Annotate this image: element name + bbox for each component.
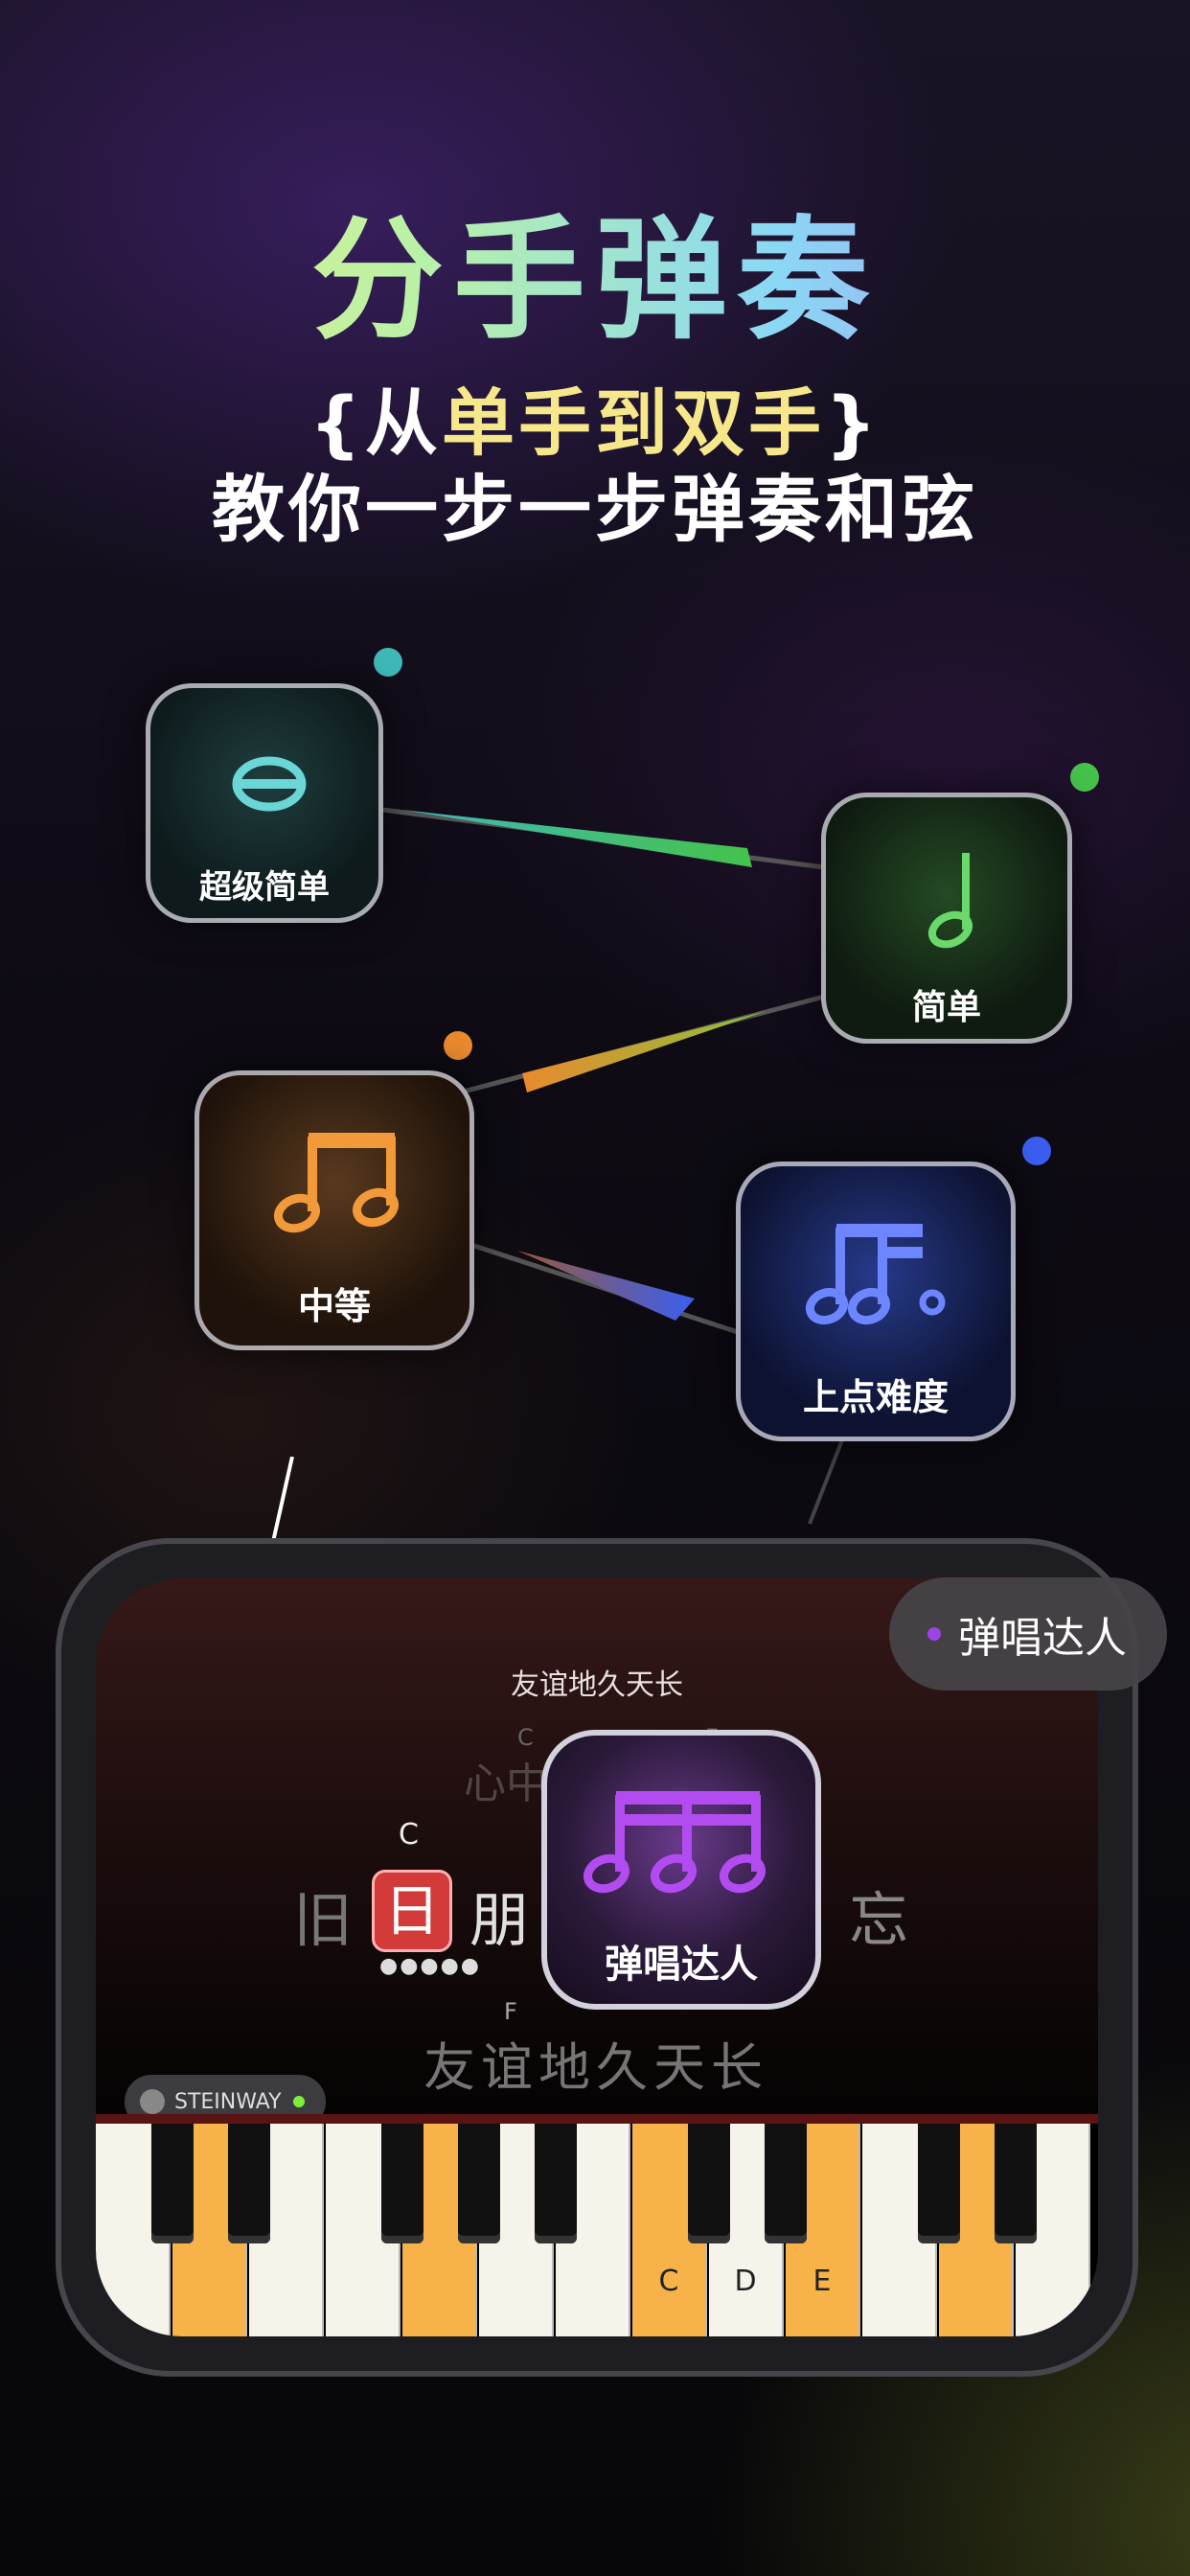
level-card-super-easy[interactable]: 超级简单 [146, 683, 383, 923]
level-dot [1070, 763, 1099, 792]
level-dot [1022, 1137, 1051, 1165]
half-note-icon [927, 853, 973, 949]
lyric-char: 朋 [469, 1885, 530, 1955]
whole-note-icon [232, 756, 307, 812]
current-chord: C [399, 1818, 419, 1852]
sixteenth-notes-icon [805, 1224, 946, 1325]
level-dot [444, 1031, 472, 1060]
eighth-notes-icon [274, 1133, 399, 1233]
connected-status-icon [292, 2096, 305, 2107]
next-lyric-line: 友谊地久天长 [423, 2037, 768, 2098]
level-card-medium[interactable]: 中等 [195, 1070, 474, 1350]
keyboard-top-line [96, 2114, 1098, 2124]
lyric-char: 忘 [849, 1885, 909, 1955]
piano-icon [140, 2089, 165, 2114]
black-key[interactable] [765, 2124, 807, 2243]
black-key[interactable] [228, 2124, 270, 2243]
level-card-easy[interactable]: 简单 [821, 793, 1072, 1044]
level-label: 超级简单 [199, 868, 330, 907]
level-label: 上点难度 [802, 1376, 949, 1418]
piano-keyboard[interactable]: C D E [96, 2114, 1098, 2336]
beat-dots: ●●●●● [379, 1954, 481, 1978]
key-label: E [812, 2265, 832, 2298]
sing-along-mode-card[interactable]: 弹唱达人 [541, 1730, 821, 2010]
level-card-hard[interactable]: 上点难度 [736, 1162, 1016, 1441]
black-key[interactable] [535, 2124, 577, 2243]
mode-pill-label: 弹唱达人 [958, 1614, 1127, 1663]
key-label: C [658, 2265, 679, 2298]
level-dot [374, 648, 402, 677]
black-key[interactable] [151, 2124, 194, 2243]
sixteenth-notes-icon [584, 1791, 766, 1894]
mode-pill[interactable]: 弹唱达人 [889, 1577, 1167, 1690]
key-label: D [734, 2265, 757, 2298]
next-chord: F [504, 1998, 517, 2025]
sing-along-card-label: 弹唱达人 [605, 1943, 758, 1987]
level-label: 简单 [911, 988, 981, 1027]
black-key[interactable] [458, 2124, 500, 2243]
black-key[interactable] [688, 2124, 730, 2243]
mode-indicator-dot [927, 1627, 941, 1641]
current-lyric-char: 日 [372, 1870, 452, 1952]
chord-label: C [517, 1724, 534, 1751]
level-label: 中等 [297, 1285, 371, 1327]
black-key[interactable] [918, 2124, 960, 2243]
black-key[interactable] [995, 2124, 1037, 2243]
previous-lyric-line: 心中 [464, 1760, 548, 1808]
lyric-char: 旧 [293, 1885, 354, 1955]
instrument-name: STEINWAY [174, 2089, 282, 2114]
black-key[interactable] [381, 2124, 423, 2243]
